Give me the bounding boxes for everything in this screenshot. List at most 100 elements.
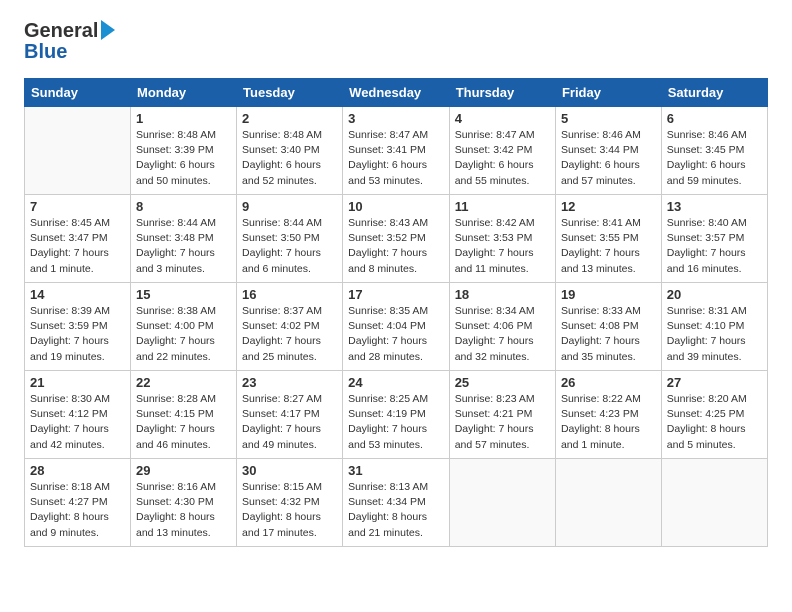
day-info-line: Sunset: 4:21 PM — [455, 407, 550, 422]
day-number: 16 — [242, 287, 337, 302]
calendar-cell: 9Sunrise: 8:44 AMSunset: 3:50 PMDaylight… — [237, 195, 343, 283]
weekday-header-saturday: Saturday — [661, 79, 767, 107]
day-info-line: Sunrise: 8:25 AM — [348, 392, 444, 407]
day-number: 28 — [30, 463, 125, 478]
calendar-cell: 24Sunrise: 8:25 AMSunset: 4:19 PMDayligh… — [343, 371, 450, 459]
day-info-line: Sunrise: 8:48 AM — [136, 128, 231, 143]
day-info-line: Daylight: 7 hours — [348, 334, 444, 349]
day-info-line: Sunrise: 8:46 AM — [667, 128, 762, 143]
calendar-cell — [25, 107, 131, 195]
calendar-table: SundayMondayTuesdayWednesdayThursdayFrid… — [24, 78, 768, 547]
day-info-line: Daylight: 6 hours — [242, 158, 337, 173]
day-info: Sunrise: 8:44 AMSunset: 3:48 PMDaylight:… — [136, 216, 231, 277]
day-info-line: Sunrise: 8:45 AM — [30, 216, 125, 231]
day-info-line: Daylight: 8 hours — [667, 422, 762, 437]
calendar-cell: 5 Sunrise: 8:46 AMSunset: 3:44 PMDaylight… — [555, 107, 661, 195]
day-info-line: and 3 minutes. — [136, 262, 231, 277]
day-info: Sunrise: 8:34 AMSunset: 4:06 PMDaylight:… — [455, 304, 550, 365]
day-info-line: and 50 minutes. — [136, 174, 231, 189]
day-info-line: Daylight: 6 hours — [348, 158, 444, 173]
day-info-line: and 17 minutes. — [242, 526, 337, 541]
day-info-line: Daylight: 7 hours — [242, 422, 337, 437]
calendar-cell — [449, 459, 555, 547]
day-number: 11 — [455, 199, 550, 214]
day-info-line: Daylight: 6 hours — [561, 158, 656, 173]
day-info-line: Daylight: 7 hours — [455, 334, 550, 349]
calendar-cell: 26Sunrise: 8:22 AMSunset: 4:23 PMDayligh… — [555, 371, 661, 459]
calendar-cell: 23Sunrise: 8:27 AMSunset: 4:17 PMDayligh… — [237, 371, 343, 459]
day-info-line: Sunset: 4:23 PM — [561, 407, 656, 422]
calendar-cell: 30Sunrise: 8:15 AMSunset: 4:32 PMDayligh… — [237, 459, 343, 547]
day-info-line: Sunset: 3:44 PM — [561, 143, 656, 158]
day-info-line: and 8 minutes. — [348, 262, 444, 277]
calendar-cell: 20Sunrise: 8:31 AMSunset: 4:10 PMDayligh… — [661, 283, 767, 371]
week-row-0: 1Sunrise: 8:48 AMSunset: 3:39 PMDaylight… — [25, 107, 768, 195]
day-info-line: Sunset: 3:53 PM — [455, 231, 550, 246]
day-info-line: Sunrise: 8:33 AM — [561, 304, 656, 319]
day-info-line: and 55 minutes. — [455, 174, 550, 189]
day-info-line: and 52 minutes. — [242, 174, 337, 189]
day-info-line: and 21 minutes. — [348, 526, 444, 541]
day-info-line: Daylight: 8 hours — [30, 510, 125, 525]
calendar-cell: 22Sunrise: 8:28 AMSunset: 4:15 PMDayligh… — [131, 371, 237, 459]
weekday-header-sunday: Sunday — [25, 79, 131, 107]
day-number: 17 — [348, 287, 444, 302]
calendar-cell: 16 Sunrise: 8:37 AMSunset: 4:02 PMDayligh… — [237, 283, 343, 371]
day-number: 21 — [30, 375, 125, 390]
day-info-line: and 25 minutes. — [242, 350, 337, 365]
weekday-header-friday: Friday — [555, 79, 661, 107]
day-info-line: Daylight: 7 hours — [136, 422, 231, 437]
day-info: Sunrise: 8:37 AMSunset: 4:02 PMDaylight:… — [242, 304, 337, 365]
day-info-line: Sunrise: 8:31 AM — [667, 304, 762, 319]
calendar-cell: 8Sunrise: 8:44 AMSunset: 3:48 PMDaylight… — [131, 195, 237, 283]
day-info-line: Daylight: 7 hours — [242, 246, 337, 261]
day-info-line: Daylight: 8 hours — [348, 510, 444, 525]
weekday-header-wednesday: Wednesday — [343, 79, 450, 107]
day-info-line: Daylight: 6 hours — [136, 158, 231, 173]
day-info-line: Sunrise: 8:38 AM — [136, 304, 231, 319]
day-info-line: and 49 minutes. — [242, 438, 337, 453]
day-info-line: Sunrise: 8:20 AM — [667, 392, 762, 407]
day-info-line: Daylight: 7 hours — [667, 246, 762, 261]
day-info-line: Sunset: 4:12 PM — [30, 407, 125, 422]
day-info: Sunrise: 8:23 AMSunset: 4:21 PMDaylight:… — [455, 392, 550, 453]
day-info-line: Sunrise: 8:46 AM — [561, 128, 656, 143]
logo-text: General Blue — [24, 20, 115, 64]
day-number: 26 — [561, 375, 656, 390]
day-info-line: Sunset: 3:50 PM — [242, 231, 337, 246]
day-info-line: Sunset: 3:39 PM — [136, 143, 231, 158]
day-number: 18 — [455, 287, 550, 302]
week-row-2: 14Sunrise: 8:39 AMSunset: 3:59 PMDayligh… — [25, 283, 768, 371]
day-info: Sunrise: 8:16 AMSunset: 4:30 PMDaylight:… — [136, 480, 231, 541]
day-info: Sunrise: 8:20 AMSunset: 4:25 PMDaylight:… — [667, 392, 762, 453]
day-info-line: Sunset: 4:30 PM — [136, 495, 231, 510]
day-info: Sunrise: 8:47 AMSunset: 3:41 PMDaylight:… — [348, 128, 444, 189]
day-info: Sunrise: 8:30 AMSunset: 4:12 PMDaylight:… — [30, 392, 125, 453]
calendar-cell: 12Sunrise: 8:41 AMSunset: 3:55 PMDayligh… — [555, 195, 661, 283]
day-info: Sunrise: 8:48 AMSunset: 3:39 PMDaylight:… — [136, 128, 231, 189]
day-number: 5 — [561, 111, 656, 126]
day-info-line: Daylight: 7 hours — [455, 246, 550, 261]
day-number: 9 — [242, 199, 337, 214]
day-info-line: Sunset: 4:27 PM — [30, 495, 125, 510]
day-info-line: Sunrise: 8:27 AM — [242, 392, 337, 407]
day-info: Sunrise: 8:27 AMSunset: 4:17 PMDaylight:… — [242, 392, 337, 453]
day-number: 31 — [348, 463, 444, 478]
calendar-cell: 4Sunrise: 8:47 AMSunset: 3:42 PMDaylight… — [449, 107, 555, 195]
day-info-line: Daylight: 6 hours — [667, 158, 762, 173]
calendar-cell: 3Sunrise: 8:47 AMSunset: 3:41 PMDaylight… — [343, 107, 450, 195]
week-row-4: 28Sunrise: 8:18 AMSunset: 4:27 PMDayligh… — [25, 459, 768, 547]
day-info: Sunrise: 8:35 AMSunset: 4:04 PMDaylight:… — [348, 304, 444, 365]
day-info: Sunrise: 8:41 AMSunset: 3:55 PMDaylight:… — [561, 216, 656, 277]
day-info-line: and 53 minutes. — [348, 438, 444, 453]
day-info-line: and 57 minutes. — [561, 174, 656, 189]
day-info-line: Sunset: 4:34 PM — [348, 495, 444, 510]
day-info-line: Sunset: 4:10 PM — [667, 319, 762, 334]
day-info-line: and 22 minutes. — [136, 350, 231, 365]
day-info-line: Daylight: 7 hours — [136, 246, 231, 261]
day-info-line: Sunset: 3:55 PM — [561, 231, 656, 246]
day-info-line: Sunrise: 8:44 AM — [136, 216, 231, 231]
day-info: Sunrise: 8:47 AMSunset: 3:42 PMDaylight:… — [455, 128, 550, 189]
day-info-line: and 53 minutes. — [348, 174, 444, 189]
day-number: 25 — [455, 375, 550, 390]
